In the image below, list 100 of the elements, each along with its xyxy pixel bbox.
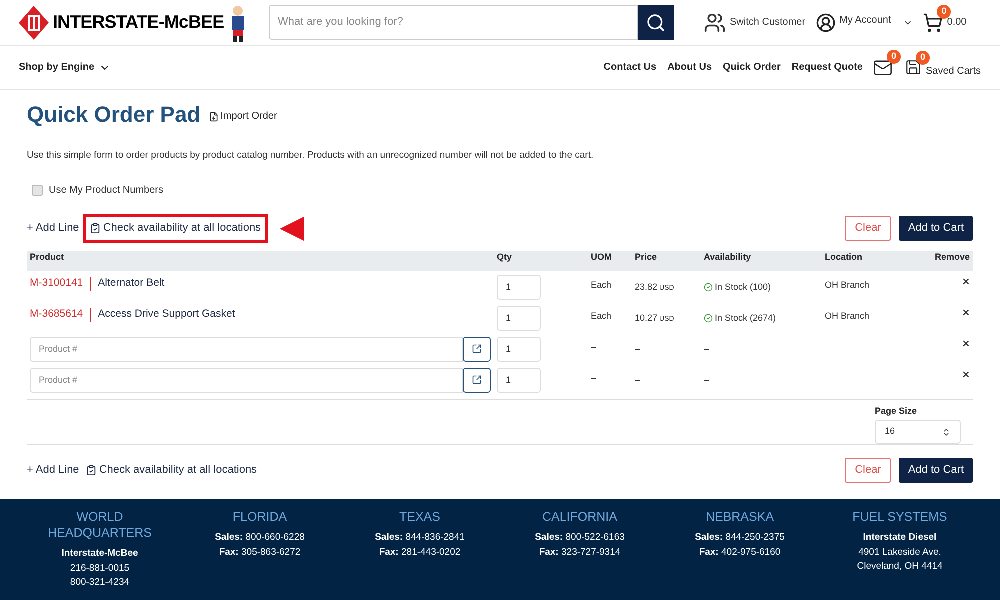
check-availability-link[interactable]: Check availability at all locations: [86, 462, 258, 478]
nav-link[interactable]: Quick Order: [723, 60, 781, 75]
product-name: Alternator Belt: [98, 276, 165, 291]
footer-text: 4901 Lakeside Ave.: [858, 546, 942, 560]
external-link-icon: [472, 344, 482, 354]
check-circle-icon: [704, 283, 713, 292]
availability-text: –: [704, 342, 710, 356]
price-text: –: [635, 342, 642, 356]
page-size-label: Page Size: [875, 404, 918, 418]
checkbox[interactable]: [32, 185, 43, 196]
remove-button[interactable]: ×: [962, 336, 970, 350]
logo-diamond-icon: [19, 6, 49, 40]
external-link-icon: [472, 375, 482, 386]
count-badge: 0: [937, 4, 952, 18]
uom-text: Each: [591, 310, 613, 323]
add-to-cart-button[interactable]: Add to Cart: [899, 216, 973, 241]
footer-heading: CALIFORNIA: [541, 509, 618, 526]
product-name: Access Drive Support Gasket: [98, 306, 236, 322]
page-title: Quick Order Pad: [27, 101, 201, 129]
footer-heading: TEXAS: [398, 509, 442, 526]
uom-text: Each: [591, 278, 613, 292]
product-number-link[interactable]: M-3685614: [30, 306, 84, 322]
column-header: Price: [635, 250, 658, 264]
clipboard-check-icon: [86, 464, 98, 476]
clear-button[interactable]: Clear: [845, 216, 892, 241]
product-number-link[interactable]: M-3100141: [30, 276, 84, 292]
search-button[interactable]: [638, 5, 674, 40]
count-badge: 0: [886, 50, 901, 64]
column-header: Qty: [497, 250, 514, 264]
availability-text: In Stock (100): [704, 274, 825, 294]
availability-text: In Stock (2674): [704, 306, 825, 326]
footer-text: Cleveland, OH 4414: [857, 560, 943, 574]
column-header: Availability: [704, 250, 752, 264]
footer-text: Fax: 281-443-0202: [379, 546, 461, 560]
nav-link[interactable]: Request Quote: [792, 60, 863, 75]
shop-by-engine-menu[interactable]: Shop by Engine: [19, 60, 111, 75]
quantity-field[interactable]: 1: [497, 274, 541, 300]
footer-heading: NEBRASKA: [704, 509, 776, 526]
location-text: OH Branch: [825, 278, 871, 292]
uom-text: –: [591, 372, 598, 385]
footer-text: Fax: 305-863-6272: [219, 546, 301, 560]
logo-wordmark[interactable]: INTERSTATE-McBEE: [53, 9, 224, 36]
product-number-field[interactable]: Product #: [30, 368, 463, 393]
footer-text: Sales: 800-660-6228: [215, 531, 305, 546]
product-number-field[interactable]: Product #: [30, 336, 463, 362]
check-circle-icon: [704, 314, 713, 323]
saved-carts-icon[interactable]: [904, 59, 922, 76]
search-field[interactable]: What are you looking for?: [269, 5, 638, 40]
checkbox-label: Use My Product Numbers: [49, 184, 164, 198]
footer-heading: FLORIDA: [232, 509, 288, 526]
footer-text: 216-881-0015: [70, 562, 130, 576]
column-header: Product: [30, 250, 66, 264]
nav-link[interactable]: Contact Us: [604, 60, 657, 75]
remove-button[interactable]: ×: [962, 306, 970, 319]
search-icon: [646, 12, 666, 32]
nav-link[interactable]: About Us: [668, 60, 712, 75]
location-text: OH Branch: [825, 310, 871, 323]
clear-button[interactable]: Clear: [845, 458, 892, 482]
saved-carts-link[interactable]: Saved Carts: [926, 64, 981, 79]
footer-text: Fax: 323-727-9314: [539, 546, 621, 560]
column-header: Remove: [934, 250, 970, 264]
footer-heading: FUEL SYSTEMS: [852, 509, 948, 526]
intro-text: Use this simple form to order products by product catalog number. Products with an unrecognized number will not be added to the cart.: [26, 149, 595, 163]
footer-heading: WORLD HEADQUARTERS: [47, 509, 153, 542]
footer-text: Interstate-McBee: [62, 547, 138, 562]
lookup-button[interactable]: [463, 368, 491, 393]
footer-text: Fax: 402-975-6160: [699, 546, 781, 560]
footer-text: 800-321-4234: [70, 576, 130, 590]
uom-text: –: [591, 340, 598, 354]
page-size-select[interactable]: 16: [875, 420, 961, 444]
quantity-field[interactable]: 1: [497, 336, 541, 362]
file-import-icon: [208, 112, 219, 122]
remove-button[interactable]: ×: [962, 274, 970, 288]
price-text: –: [635, 374, 642, 387]
users-icon: [704, 12, 726, 34]
remove-button[interactable]: ×: [962, 368, 970, 381]
quantity-field[interactable]: 1: [497, 368, 541, 393]
mail-icon[interactable]: [872, 58, 893, 78]
switch-customer-link[interactable]: Switch Customer: [730, 15, 806, 30]
footer-text: Sales: 844-836-2841: [375, 531, 465, 546]
availability-text: –: [704, 374, 710, 387]
count-badge: 0: [916, 51, 930, 65]
pointer-arrow-icon: [280, 216, 304, 240]
add-to-cart-button[interactable]: Add to Cart: [899, 458, 973, 482]
add-line-link[interactable]: + Add Line: [27, 462, 80, 478]
quantity-field[interactable]: 1: [497, 306, 541, 331]
cart-total: 0.00: [947, 16, 967, 30]
clipboard-check-icon: [90, 223, 102, 234]
my-account-link[interactable]: My Account: [840, 12, 892, 28]
lookup-button[interactable]: [463, 336, 491, 362]
check-availability-link[interactable]: Check availability at all locations: [90, 220, 262, 237]
sort-caret-icon: [942, 428, 951, 436]
column-header: Location: [825, 250, 864, 264]
cart-icon[interactable]: [923, 12, 944, 32]
account-icon: [816, 12, 836, 32]
footer-text: Sales: 844-250-2375: [695, 531, 785, 546]
column-header: UOM: [591, 250, 613, 264]
add-line-link[interactable]: + Add Line: [27, 220, 80, 237]
footer-text: Interstate Diesel: [863, 531, 937, 546]
import-order-link[interactable]: Import Order: [208, 109, 278, 124]
